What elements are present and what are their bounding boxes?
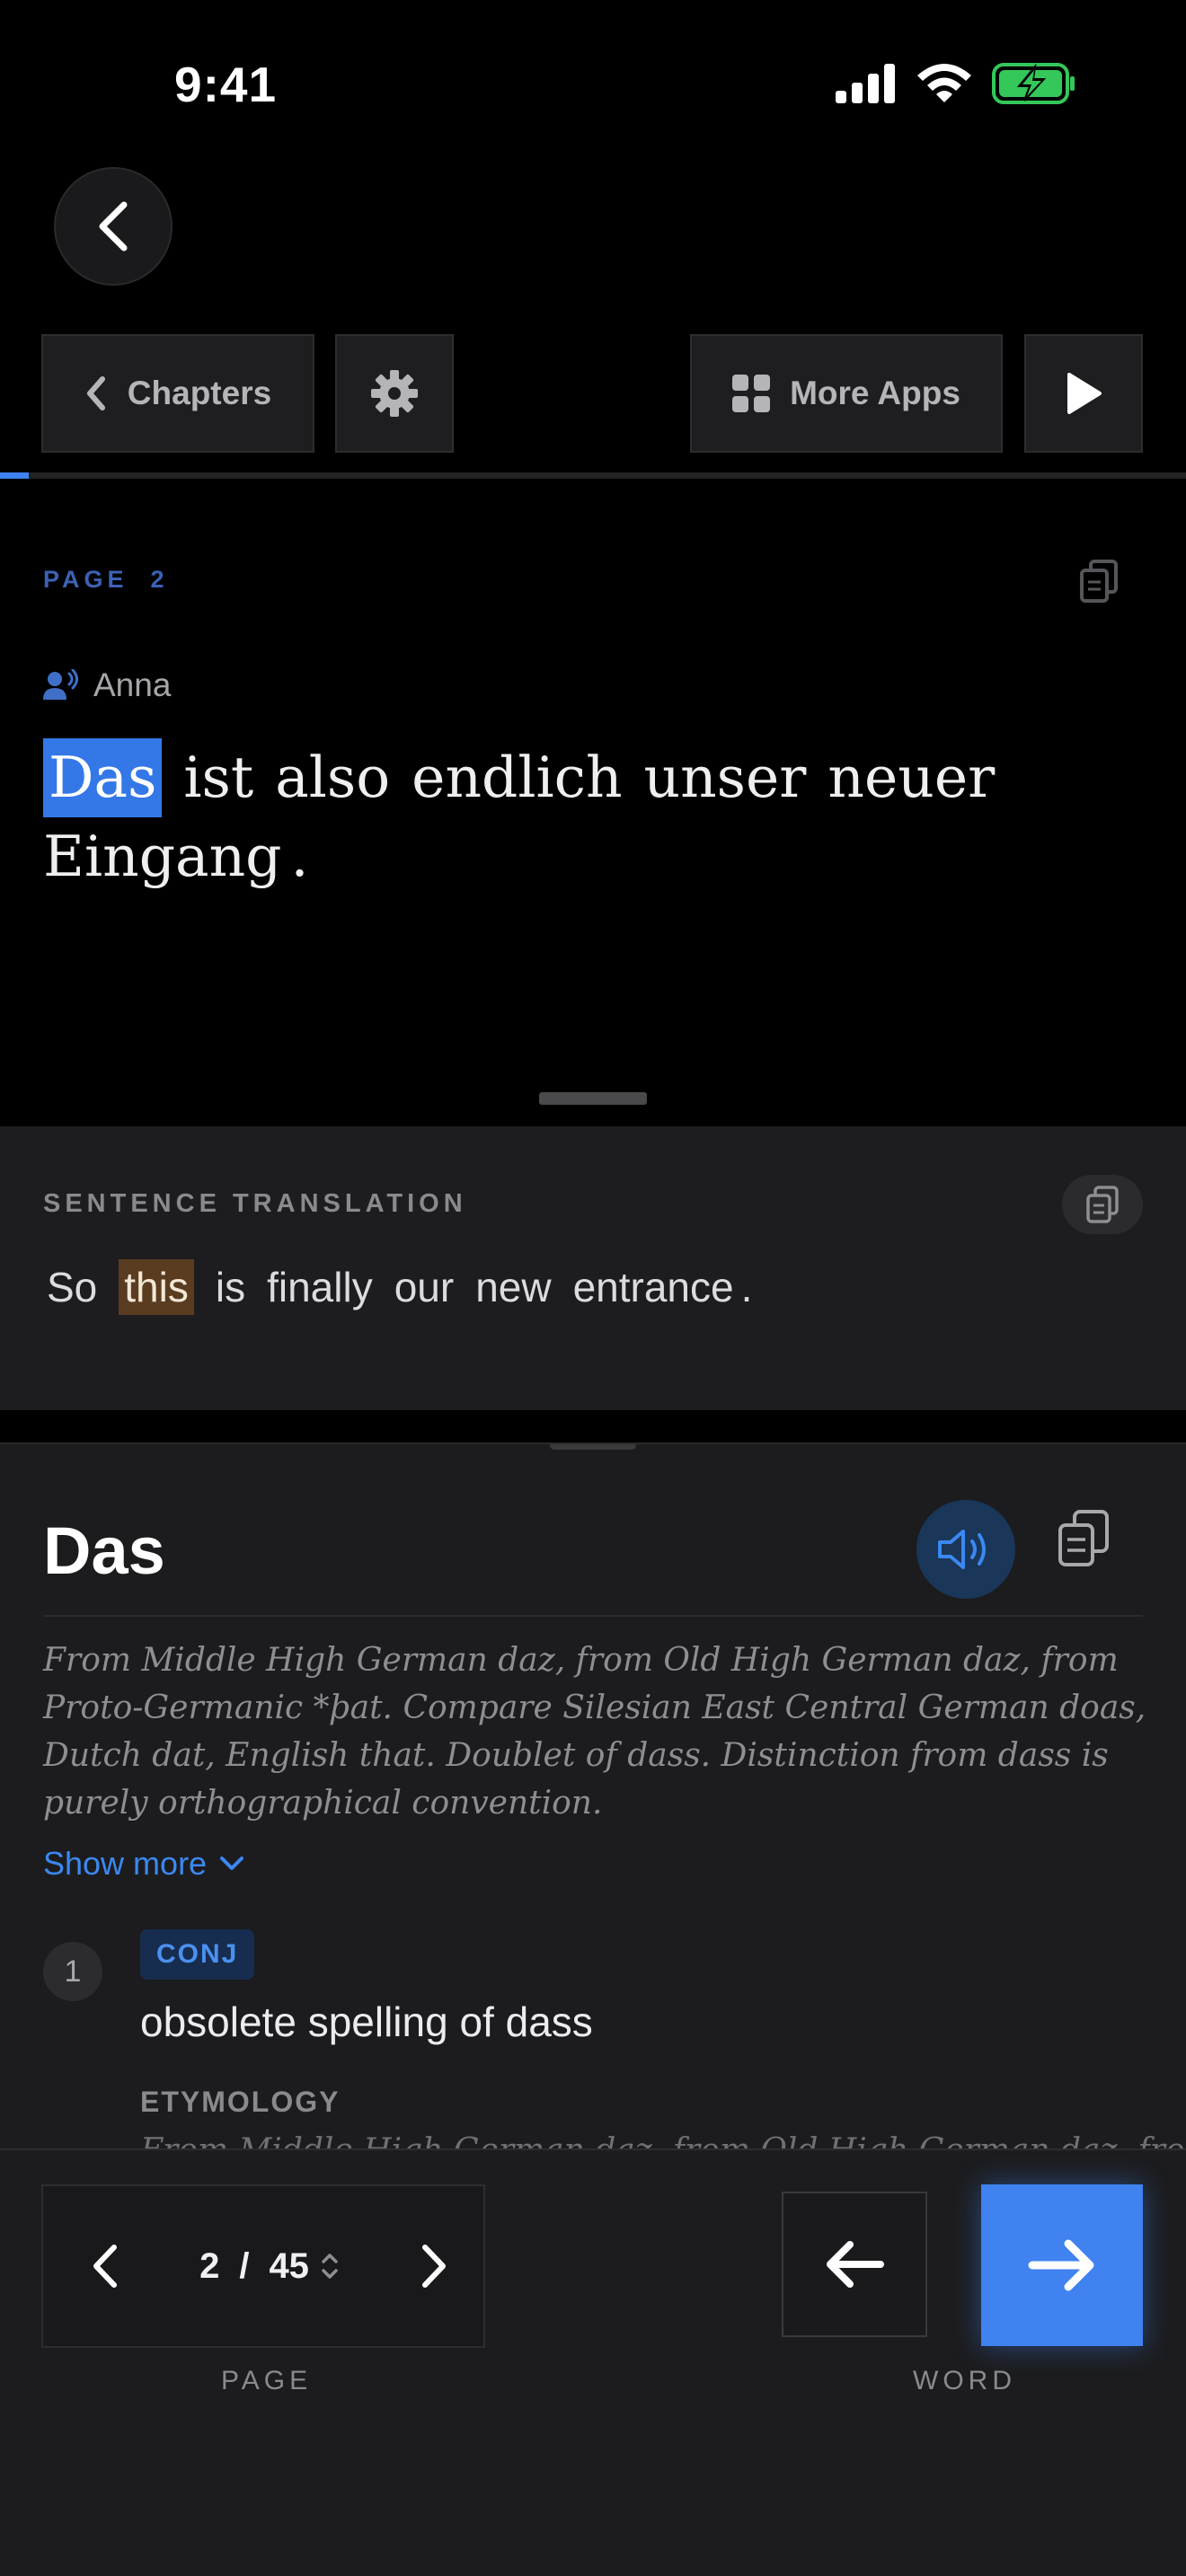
reading-progress-fill bbox=[0, 472, 29, 479]
sentence-word[interactable]: . bbox=[291, 817, 309, 896]
translation-word[interactable]: So bbox=[47, 1263, 97, 1311]
translation-panel: SENTENCE TRANSLATION So this is finally our n… bbox=[0, 1126, 1186, 1410]
chapters-label: Chapters bbox=[127, 375, 272, 411]
page-label: PAGE 2 bbox=[43, 566, 169, 594]
current-page: 2 bbox=[199, 2245, 220, 2286]
status-bar: 9:41 bbox=[0, 0, 1186, 171]
arrow-left-icon bbox=[827, 2241, 884, 2288]
next-page-chevron-icon[interactable] bbox=[419, 2243, 449, 2289]
copy-page-button[interactable] bbox=[1078, 559, 1120, 608]
speaker-row: Anna bbox=[43, 666, 171, 704]
settings-button[interactable] bbox=[335, 334, 454, 453]
translation-word[interactable]: finally bbox=[267, 1263, 373, 1311]
copy-icon bbox=[1058, 1510, 1109, 1566]
sentence-word[interactable]: endlich bbox=[412, 738, 622, 817]
more-apps-label: More Apps bbox=[790, 375, 960, 411]
sentence-word[interactable]: ist bbox=[183, 738, 253, 817]
translation-word-selected[interactable]: this bbox=[119, 1259, 194, 1315]
speaker-name: Anna bbox=[93, 666, 172, 703]
page-picker[interactable]: 2 / 45 bbox=[199, 2246, 340, 2287]
translation-word[interactable]: our bbox=[394, 1263, 454, 1311]
play-icon bbox=[1067, 373, 1102, 414]
divider bbox=[43, 1615, 1143, 1617]
prev-page-chevron-icon[interactable] bbox=[90, 2243, 120, 2289]
show-more-link[interactable]: Show more bbox=[43, 1845, 244, 1883]
definition-number: 1 bbox=[43, 1942, 102, 2001]
original-sentence: Das ist also endlich unser neuer Eingang. bbox=[43, 738, 1148, 896]
sentence-word[interactable]: Eingang bbox=[43, 817, 282, 896]
copy-word-button[interactable] bbox=[1057, 1509, 1111, 1573]
page-separator: / bbox=[239, 2245, 250, 2286]
bottom-navigation: 2 / 45 PAGE WORD bbox=[0, 2148, 1186, 2576]
translation-word[interactable]: entrance bbox=[573, 1263, 734, 1311]
chevron-left-icon bbox=[99, 201, 128, 251]
page-number: 2 bbox=[150, 566, 169, 593]
word-caption: WORD bbox=[913, 2366, 1016, 2395]
translation-word[interactable]: is bbox=[216, 1263, 245, 1311]
stepper-chevrons-icon bbox=[322, 2254, 338, 2279]
pronounce-button[interactable] bbox=[916, 1500, 1015, 1599]
copy-icon bbox=[1080, 560, 1118, 603]
more-apps-button[interactable]: More Apps bbox=[690, 334, 1003, 453]
page-navigator: 2 / 45 bbox=[41, 2184, 485, 2348]
total-pages: 45 bbox=[269, 2245, 309, 2286]
chevron-down-icon bbox=[220, 1857, 244, 1870]
etymology-summary: From Middle High German daz, from Old Hi… bbox=[43, 1642, 1146, 1822]
panel-grabber[interactable] bbox=[539, 1092, 647, 1105]
word-panel-grabber[interactable] bbox=[550, 1444, 636, 1450]
word-title: Das bbox=[43, 1513, 165, 1588]
sentence-word[interactable]: unser bbox=[644, 738, 807, 817]
definition-text: obsolete spelling of dass bbox=[140, 1998, 593, 2045]
speaker-sound-icon bbox=[938, 1530, 986, 1569]
translation-word[interactable]: . bbox=[741, 1263, 753, 1311]
etymology-heading: ETYMOLOGY bbox=[140, 2086, 341, 2118]
speaker-person-icon bbox=[43, 669, 78, 700]
page-label-text: PAGE bbox=[43, 566, 128, 593]
sentence-word[interactable]: neuer bbox=[828, 738, 995, 817]
chapters-button[interactable]: Chapters bbox=[41, 334, 314, 453]
copy-icon bbox=[1086, 1186, 1119, 1223]
page-caption: PAGE bbox=[221, 2366, 313, 2395]
show-more-label: Show more bbox=[43, 1845, 208, 1882]
grid-icon bbox=[732, 375, 771, 412]
sentence-word-selected[interactable]: Das bbox=[43, 738, 163, 817]
part-of-speech-badge: CONJ bbox=[140, 1929, 255, 1980]
translation-label: SENTENCE TRANSLATION bbox=[43, 1189, 467, 1218]
translation-word[interactable]: new bbox=[475, 1263, 551, 1311]
translated-sentence: So this is finally our new entrance. bbox=[47, 1259, 774, 1315]
gear-icon bbox=[371, 370, 418, 417]
arrow-right-icon bbox=[1028, 2239, 1094, 2291]
chevron-left-icon bbox=[86, 376, 105, 410]
battery-charging-icon bbox=[992, 63, 1075, 104]
cellular-signal-icon bbox=[836, 64, 895, 103]
back-button[interactable] bbox=[54, 167, 173, 286]
wifi-icon bbox=[917, 64, 971, 102]
status-icons bbox=[834, 63, 1076, 104]
reading-progress-bar bbox=[0, 472, 1186, 479]
previous-word-button[interactable] bbox=[782, 2192, 927, 2337]
sentence-word[interactable]: also bbox=[275, 738, 390, 817]
word-details-panel: Das From Middle High German daz, from Ol… bbox=[0, 1442, 1186, 2152]
play-button[interactable] bbox=[1024, 334, 1143, 453]
status-time: 9:41 bbox=[174, 57, 278, 112]
next-word-button[interactable] bbox=[981, 2184, 1143, 2346]
copy-translation-button[interactable] bbox=[1062, 1175, 1143, 1234]
